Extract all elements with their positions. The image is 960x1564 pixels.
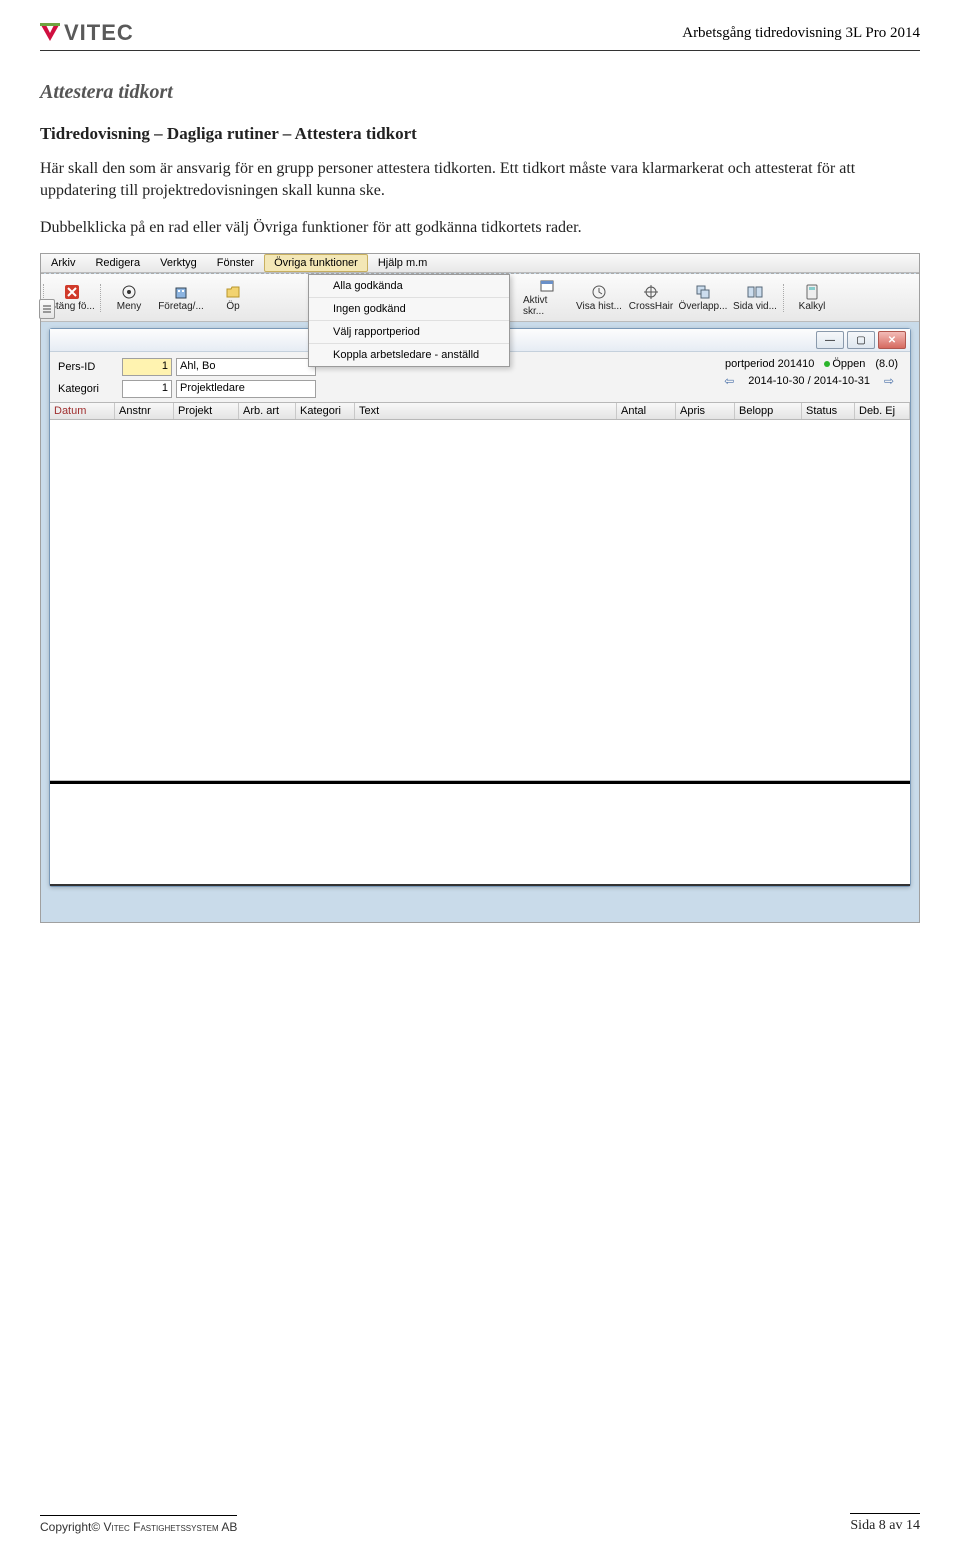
minimize-button[interactable]: —: [816, 331, 844, 349]
tile-icon: [747, 284, 763, 300]
tb-op[interactable]: Öp: [207, 282, 259, 314]
grid-headers: Datum Anstnr Projekt Arb. art Kategori T…: [50, 402, 910, 420]
col-datum[interactable]: Datum: [50, 403, 115, 419]
paragraph-1: Här skall den som är ansvarig för en gru…: [40, 158, 920, 203]
grid-body[interactable]: [50, 420, 910, 781]
dropdown-ovriga-funktioner: Alla godkända Ingen godkänd Välj rapport…: [308, 274, 510, 367]
input-kategori-name[interactable]: Projektledare: [176, 380, 316, 398]
next-arrow[interactable]: ⇨: [880, 374, 898, 388]
crosshair-icon: [643, 284, 659, 300]
copyright: Copyright© Vitec Fastighetssystem AB: [40, 1515, 237, 1534]
brand-logo: VITEC: [40, 20, 134, 46]
label-kategori: Kategori: [58, 383, 118, 395]
col-kategori[interactable]: Kategori: [296, 403, 355, 419]
label-portperiod: portperiod 201410: [725, 358, 814, 370]
doc-title: Arbetsgång tidredovisning 3L Pro 2014: [682, 25, 920, 42]
close-icon: [64, 284, 80, 300]
col-debej[interactable]: Deb. Ej: [855, 403, 910, 419]
menu-ovriga-funktioner[interactable]: Övriga funktioner: [264, 254, 368, 272]
menu-fonster[interactable]: Fönster: [207, 254, 264, 272]
input-persid[interactable]: 1: [122, 358, 172, 376]
label-persid: Pers-ID: [58, 361, 118, 373]
status-indicator: Öppen: [824, 358, 865, 370]
logo-icon: [40, 23, 60, 43]
history-icon: [591, 284, 607, 300]
col-belopp[interactable]: Belopp: [735, 403, 802, 419]
side-tab[interactable]: [39, 299, 55, 319]
date-range: 2014-10-30 / 2014-10-31: [748, 375, 870, 387]
menu-redigera[interactable]: Redigera: [85, 254, 150, 272]
dd-koppla-arbetsledare[interactable]: Koppla arbetsledare - anställd: [309, 344, 509, 366]
window-icon: [539, 278, 555, 294]
calc-icon: [804, 284, 820, 300]
embedded-screenshot: Arkiv Redigera Verktyg Fönster Övriga fu…: [40, 253, 920, 923]
paragraph-2: Dubbelklicka på en rad eller välj Övriga…: [40, 217, 920, 239]
tb-crosshair[interactable]: CrossHair: [625, 282, 677, 314]
menu-verktyg[interactable]: Verktyg: [150, 254, 207, 272]
prev-arrow[interactable]: ⇦: [720, 374, 738, 388]
dd-valj-rapportperiod[interactable]: Välj rapportperiod: [309, 321, 509, 344]
col-anstnr[interactable]: Anstnr: [115, 403, 174, 419]
page-footer: Copyright© Vitec Fastighetssystem AB Sid…: [40, 1513, 920, 1534]
child-window: — ▢ ✕ Pers-ID 1 Ahl, Bo Kategori 1 Proje…: [49, 328, 911, 887]
col-text[interactable]: Text: [355, 403, 617, 419]
open-icon: [225, 284, 241, 300]
tb-overlapp[interactable]: Överlapp...: [677, 282, 729, 314]
input-persid-name[interactable]: Ahl, Bo: [176, 358, 316, 376]
menubar: Arkiv Redigera Verktyg Fönster Övriga fu…: [41, 254, 919, 273]
menu-hjalp[interactable]: Hjälp m.m: [368, 254, 438, 272]
grid-footer: [50, 781, 910, 886]
cascade-icon: [695, 284, 711, 300]
breadcrumb-heading: Tidredovisning – Dagliga rutiner – Attes…: [40, 124, 920, 144]
hamburger-icon: [42, 304, 52, 314]
dd-alla-godkanda[interactable]: Alla godkända: [309, 275, 509, 298]
company-icon: [173, 284, 189, 300]
tb-visa-hist[interactable]: Visa hist...: [573, 282, 625, 314]
tb-kalkyl[interactable]: Kalkyl: [786, 282, 838, 314]
col-projekt[interactable]: Projekt: [174, 403, 239, 419]
page-number: Sida 8 av 14: [850, 1513, 920, 1534]
input-kategori[interactable]: 1: [122, 380, 172, 398]
page-header: VITEC Arbetsgång tidredovisning 3L Pro 2…: [40, 20, 920, 51]
tb-foretag[interactable]: Företag/...: [155, 282, 207, 314]
dd-ingen-godkand[interactable]: Ingen godkänd: [309, 298, 509, 321]
col-arbart[interactable]: Arb. art: [239, 403, 296, 419]
col-apris[interactable]: Apris: [676, 403, 735, 419]
col-antal[interactable]: Antal: [617, 403, 676, 419]
tb-sida-vid[interactable]: Sida vid...: [729, 282, 781, 314]
menu-arkiv[interactable]: Arkiv: [41, 254, 85, 272]
section-title: Attestera tidkort: [40, 81, 920, 104]
brand-text: VITEC: [64, 20, 134, 46]
col-status[interactable]: Status: [802, 403, 855, 419]
maximize-button[interactable]: ▢: [847, 331, 875, 349]
menu-icon: [121, 284, 137, 300]
tb-aktivt-skr[interactable]: Aktivt skr...: [521, 276, 573, 319]
close-button[interactable]: ✕: [878, 331, 906, 349]
extra-value: (8.0): [875, 358, 898, 370]
tb-meny[interactable]: Meny: [103, 282, 155, 314]
